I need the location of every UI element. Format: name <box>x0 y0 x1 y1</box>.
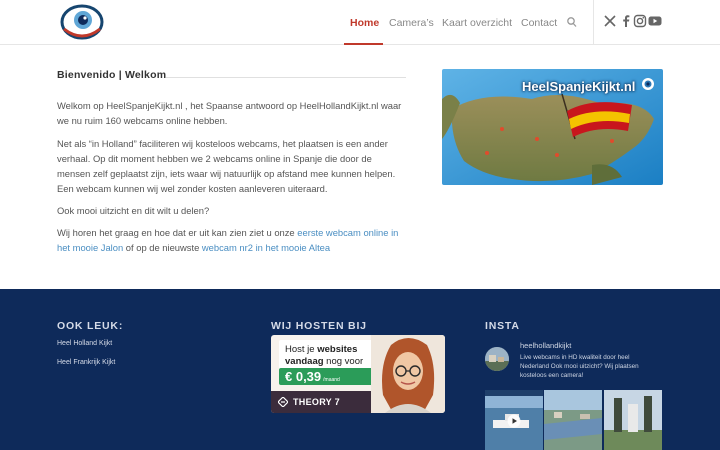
webcam-text-1: Wij horen het graag en hoe dat er uit ka… <box>57 227 298 238</box>
hosting-title: WIJ HOSTEN BIJ <box>271 320 367 332</box>
webcam-text-2: of op de nieuwste <box>123 242 202 253</box>
site-header: Home Camera’s Kaart overzicht Contact <box>0 0 720 45</box>
eye-badge-icon <box>642 78 654 90</box>
insta-avatar-image <box>485 347 509 371</box>
link-heel-holland-kijkt[interactable]: Heel Holland Kijkt <box>57 340 112 347</box>
youtube-icon[interactable] <box>648 14 662 28</box>
info-paragraph: Net als “in Holland” faciliteren wij kos… <box>57 138 396 194</box>
insta-thumb-monument-image <box>604 390 662 450</box>
main-content: Bienvenido | Welkom Welkom op HeelSpanje… <box>0 45 720 289</box>
insta-title: INSTA <box>485 320 520 332</box>
ad-line2-bold: vandaag <box>285 356 324 367</box>
instagram-icon[interactable] <box>633 14 647 28</box>
hero-title: HeelSpanjeKijkt.nl <box>522 79 636 94</box>
site-footer: OOK LEUK: Heel Holland Kijkt Heel Frankr… <box>0 289 720 450</box>
theory7-logo-icon <box>278 397 288 407</box>
ad-line1-bold: websites <box>317 344 358 355</box>
nav-divider <box>593 0 594 45</box>
ook-leuk-title: OOK LEUK: <box>57 320 124 332</box>
ad-line2: nog voor <box>323 356 364 367</box>
ad-price-value: € 0,39 <box>285 369 322 384</box>
insta-username[interactable]: heelhollandkijkt <box>520 341 571 350</box>
ad-price: € 0,39/maand <box>279 368 374 385</box>
x-icon[interactable] <box>603 14 617 28</box>
insta-thumb-2[interactable] <box>544 390 602 450</box>
intro-paragraph: Welkom op HeelSpanjeKijkt.nl , het Spaan… <box>57 100 402 126</box>
ad-price-unit: /maand <box>323 377 340 383</box>
insta-thumb-1[interactable] <box>485 390 543 450</box>
link-webcam-altea[interactable]: webcam nr2 in het mooie Altea <box>202 242 330 253</box>
search-icon[interactable] <box>566 15 578 29</box>
facebook-icon[interactable] <box>619 14 633 28</box>
title-divider <box>166 77 406 78</box>
theory7-ad-banner[interactable]: Host je websites vandaag nog voor € 0,39… <box>271 335 445 413</box>
link-heel-frankrijk-kijkt[interactable]: Heel Frankrijk Kijkt <box>57 359 115 366</box>
nav-kaart-overzicht[interactable]: Kaart overzicht <box>442 17 512 29</box>
hero-image: HeelSpanjeKijkt.nl <box>442 69 663 185</box>
nav-home[interactable]: Home <box>350 17 379 29</box>
insta-bio: Live webcams in HD kwaliteit door heel N… <box>520 354 639 379</box>
webcam-links-paragraph: Wij horen het graag en hoe dat er uit ka… <box>57 225 407 255</box>
ad-line1: Host je <box>285 344 318 355</box>
ad-woman-image <box>371 335 445 413</box>
nav-cameras[interactable]: Camera’s <box>389 17 434 29</box>
insta-thumb-harbor-image <box>544 390 602 450</box>
logo-eye-icon[interactable] <box>60 3 106 41</box>
page-title: Bienvenido | Welkom <box>57 69 167 81</box>
question-paragraph: Ook mooi uitzicht en dit wilt u delen? <box>57 205 210 216</box>
insta-thumb-3[interactable] <box>604 390 662 450</box>
nav-contact[interactable]: Contact <box>521 17 557 29</box>
play-icon[interactable] <box>507 414 521 428</box>
insta-avatar[interactable] <box>485 347 509 371</box>
